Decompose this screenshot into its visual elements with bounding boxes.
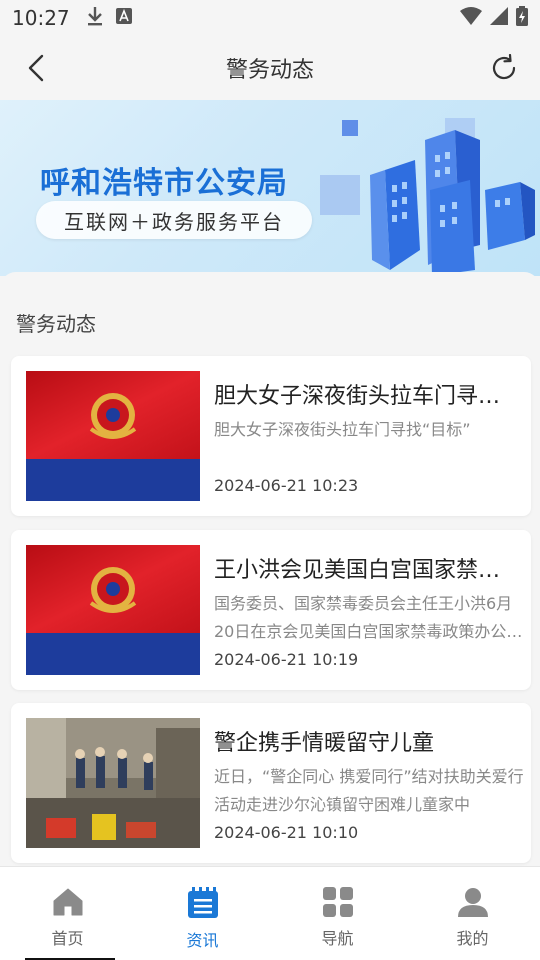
download-icon [86, 6, 104, 30]
news-time: 2024-06-21 10:19 [214, 650, 359, 669]
news-card[interactable]: 胆大女子深夜街头拉车门寻找“目标” 胆大女子深夜街头拉车门寻找“目标” 2024… [11, 356, 531, 516]
news-thumbnail [26, 545, 200, 675]
news-summary: 国务委员、国家禁毒委员会主任王小洪6月20日在京会见美国白宫国家禁毒政策办公室主… [214, 594, 523, 641]
news-time: 2024-06-21 10:10 [214, 823, 359, 842]
community-visit-photo [26, 718, 200, 848]
status-bar: 10:27 [0, 0, 540, 36]
nav-label-profile: 我的 [456, 929, 489, 948]
nav-label-news: 资讯 [186, 931, 219, 950]
nav-item-home[interactable]: 首页 [0, 867, 135, 960]
news-headline: 胆大女子深夜街头拉车门寻找“目标” [214, 384, 514, 409]
bottom-nav: 首页 资讯 导航 我的 [0, 866, 540, 960]
police-emblem-flag-image [26, 545, 200, 675]
nav-item-profile[interactable]: 我的 [405, 867, 540, 960]
news-card[interactable]: 警企携手情暖留守儿童 近日，“警企同心 携爱同行”结对扶助关爱行活动走进沙尔沁镇… [11, 703, 531, 863]
grid-icon [322, 887, 353, 917]
title-bar: 警务动态 [0, 36, 540, 100]
news-thumbnail [26, 371, 200, 501]
signal-icon [490, 7, 508, 29]
news-headline: 警企携手情暖留守儿童 [214, 731, 435, 756]
news-list-panel: 警务动态 胆大女子深夜街头拉车门寻找“目标” 胆大女子深夜街头拉车门寻找“目标”… [0, 272, 540, 866]
nav-label-home: 首页 [51, 929, 84, 948]
nav-item-news[interactable]: 资讯 [135, 867, 270, 960]
police-emblem-flag-image [26, 371, 200, 501]
news-summary: 近日，“警企同心 携爱同行”结对扶助关爱行活动走进沙尔沁镇留守困难儿童家中 [214, 767, 524, 814]
section-title: 警务动态 [16, 312, 96, 336]
refresh-button[interactable] [486, 50, 522, 86]
banner-subtitle: 互联网＋政务服务平台 [36, 201, 312, 239]
city-buildings-illustration [320, 118, 535, 276]
banner[interactable]: 呼和浩特市公安局 互联网＋政务服务平台 [0, 100, 540, 276]
refresh-icon [492, 54, 516, 80]
news-card[interactable]: 王小洪会见美国白宫国家禁毒政策办公室主任 国务委员、国家禁毒委员会主任王小洪6月… [11, 530, 531, 690]
news-summary: 胆大女子深夜街头拉车门寻找“目标” [214, 420, 471, 439]
battery-charging-icon [516, 6, 528, 30]
home-icon [53, 888, 82, 916]
font-icon [115, 8, 132, 28]
chevron-left-icon [28, 54, 44, 82]
wifi-icon [460, 7, 482, 29]
nav-item-navigation[interactable]: 导航 [270, 867, 405, 960]
news-headline: 王小洪会见美国白宫国家禁毒政策办公室主任 [214, 558, 514, 583]
back-button[interactable] [20, 52, 52, 84]
news-icon [187, 887, 218, 918]
status-time: 10:27 [12, 6, 70, 30]
nav-label-navigation: 导航 [321, 929, 354, 948]
user-icon [457, 888, 488, 917]
news-time: 2024-06-21 10:23 [214, 476, 359, 495]
banner-title: 呼和浩特市公安局 [40, 166, 288, 201]
news-thumbnail [26, 718, 200, 848]
page-title: 警务动态 [225, 58, 314, 83]
